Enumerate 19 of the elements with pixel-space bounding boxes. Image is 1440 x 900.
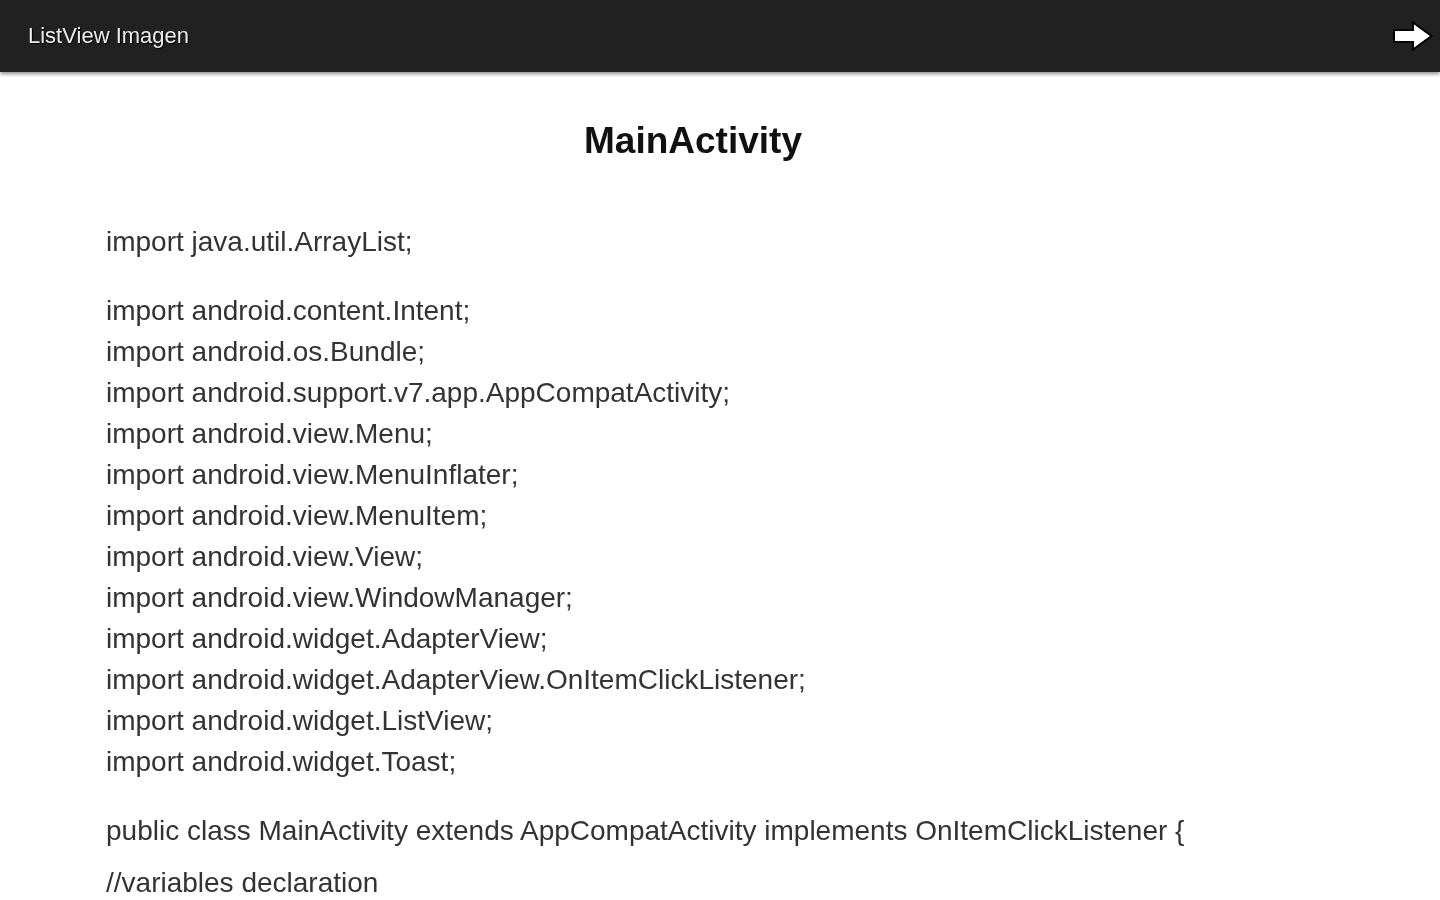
code-line: import android.view.WindowManager; [106, 581, 573, 615]
code-line: import android.widget.AdapterView; [106, 622, 548, 656]
code-line: import android.view.MenuInflater; [106, 458, 519, 492]
page-heading: MainActivity [584, 119, 802, 163]
code-line: import android.view.View; [106, 540, 423, 574]
code-line: import android.view.Menu; [106, 417, 433, 451]
code-line: import java.util.ArrayList; [106, 225, 413, 259]
right-arrow-icon [1393, 21, 1433, 51]
code-line: import android.widget.ListView; [106, 704, 493, 738]
code-line: import android.widget.AdapterView.OnItemClickListener; [106, 663, 806, 697]
forward-button[interactable] [1393, 21, 1433, 51]
code-line: //variables declaration [106, 869, 379, 897]
code-line: public class MainActivity extends AppCompatActivity implements OnItemClickListener { [106, 814, 1185, 848]
code-line: import android.view.MenuItem; [106, 499, 488, 533]
code-line: import android.support.v7.app.AppCompatActivity; [106, 376, 731, 410]
code-line: import android.os.Bundle; [106, 335, 426, 369]
code-line: import android.widget.Toast; [106, 745, 457, 779]
app-title: ListView Imagen [28, 23, 189, 49]
code-line: import android.content.Intent; [106, 294, 471, 328]
